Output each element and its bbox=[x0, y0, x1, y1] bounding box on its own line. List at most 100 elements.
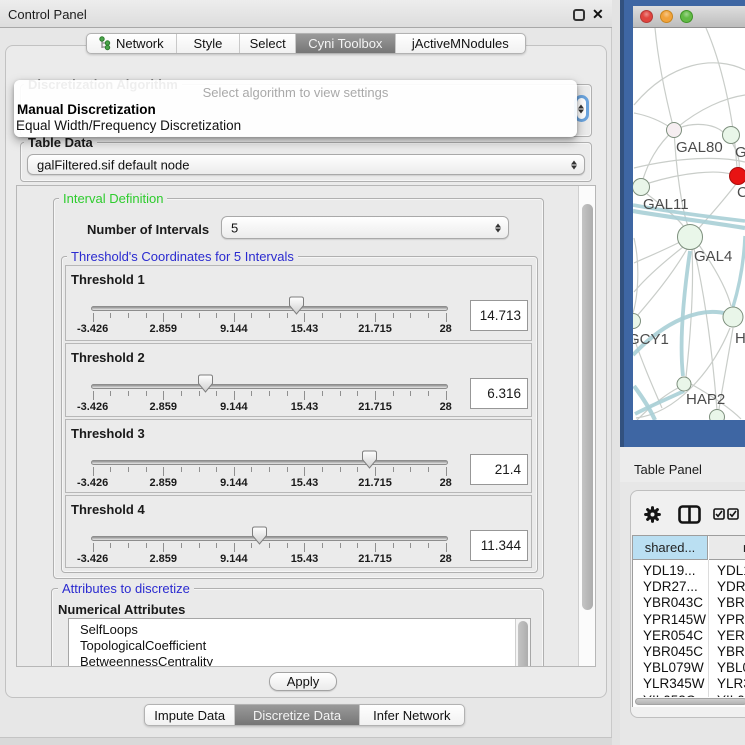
threshold-4-panel: Threshold 4-3.4262.8599.14415.4321.71528… bbox=[65, 495, 532, 568]
table-cell-name[interactable]: YLR3 bbox=[717, 676, 745, 691]
network-node[interactable] bbox=[633, 314, 641, 329]
slider-major-tick bbox=[234, 543, 235, 552]
number-of-intervals-combo[interactable]: 5 bbox=[221, 216, 509, 239]
slider-thumb[interactable] bbox=[361, 450, 378, 470]
threshold-value-field[interactable]: 14.713 bbox=[470, 300, 528, 331]
network-edge bbox=[674, 95, 745, 130]
thresholds-group-title: Threshold's Coordinates for 5 Intervals bbox=[67, 249, 298, 264]
threshold-value-field[interactable]: 11.344 bbox=[470, 530, 528, 561]
slider-minor-tick bbox=[340, 391, 341, 396]
numerical-attributes-list[interactable]: SelfLoopsTopologicalCoefficientBetweenne… bbox=[68, 618, 531, 667]
slider-minor-tick bbox=[199, 467, 200, 472]
table-cell-shared-name[interactable]: YDL19... bbox=[643, 563, 696, 578]
table-cell-shared-name[interactable]: YBR043C bbox=[643, 595, 703, 610]
table-cell-name[interactable]: YBR0 bbox=[717, 595, 745, 610]
attribute-list-item[interactable]: BetweennessCentrality bbox=[80, 654, 213, 667]
bottom-tab-discretize-data[interactable]: Discretize Data bbox=[235, 705, 359, 725]
column-header-shared-name[interactable]: shared... bbox=[633, 536, 708, 560]
tab-select[interactable]: Select bbox=[240, 34, 296, 53]
table-cell-name[interactable]: YER0 bbox=[717, 628, 745, 643]
network-edge bbox=[637, 249, 687, 316]
table-cell-shared-name[interactable]: YPR145W bbox=[643, 612, 706, 627]
bottom-tab-infer-network[interactable]: Infer Network bbox=[360, 705, 464, 725]
slider-tick-label: -3.426 bbox=[77, 477, 108, 489]
slider-thumb[interactable] bbox=[288, 296, 305, 316]
slider-minor-tick bbox=[199, 543, 200, 548]
table-cell-shared-name[interactable]: YBL079W bbox=[643, 660, 704, 675]
control-panel-title: Control Panel bbox=[8, 7, 87, 22]
table-cell-shared-name[interactable]: YDR27... bbox=[643, 579, 698, 594]
close-traffic-light[interactable] bbox=[640, 10, 653, 23]
float-window-icon[interactable] bbox=[573, 9, 585, 21]
slider-minor-tick bbox=[146, 543, 147, 548]
checkbox-checked-icon[interactable] bbox=[727, 508, 739, 520]
zoom-traffic-light[interactable] bbox=[680, 10, 693, 23]
slider-track[interactable] bbox=[91, 460, 448, 465]
slider-minor-tick bbox=[428, 313, 429, 318]
attribute-list-item[interactable]: TopologicalCoefficient bbox=[80, 638, 206, 653]
table-cell-name[interactable]: YBR0 bbox=[717, 644, 745, 659]
interval-definition-group-title: Interval Definition bbox=[59, 191, 167, 206]
slider-track[interactable] bbox=[91, 384, 448, 389]
network-highlight-edge bbox=[682, 251, 690, 376]
tab-style[interactable]: Style bbox=[177, 34, 241, 53]
table-cell-name[interactable]: YPR1 bbox=[717, 612, 745, 627]
network-node[interactable] bbox=[678, 225, 703, 250]
table-cell-name[interactable]: YBL0 bbox=[717, 660, 745, 675]
table-cell-name[interactable]: YDL1 bbox=[717, 563, 745, 578]
gear-icon[interactable] bbox=[644, 506, 661, 523]
threshold-label: Threshold 3 bbox=[71, 426, 145, 441]
network-node-label: C bbox=[737, 184, 745, 201]
popup-item-equal-width-frequency[interactable]: Equal Width/Frequency Discretization bbox=[16, 118, 241, 133]
slider-major-tick bbox=[304, 467, 305, 476]
slider-minor-tick bbox=[269, 467, 270, 472]
network-node[interactable] bbox=[633, 179, 650, 196]
table-data-combo[interactable]: galFiltered.sif default node bbox=[27, 154, 585, 175]
network-node[interactable] bbox=[710, 410, 725, 421]
minimize-traffic-light[interactable] bbox=[660, 10, 673, 23]
threshold-1-panel: Threshold 1-3.4262.8599.14415.4321.71528… bbox=[65, 265, 532, 341]
algorithm-combo-placeholder: Select algorithm to view settings bbox=[14, 85, 577, 100]
network-node[interactable] bbox=[723, 127, 740, 144]
slider-minor-tick bbox=[428, 467, 429, 472]
table-cell-name[interactable]: YDR2 bbox=[717, 579, 745, 594]
threshold-2-panel: Threshold 2-3.4262.8599.14415.4321.71528… bbox=[65, 343, 532, 417]
table-horizontal-scrollbar[interactable] bbox=[633, 697, 745, 707]
network-node[interactable] bbox=[667, 123, 682, 138]
slider-thumb[interactable] bbox=[251, 526, 268, 546]
bottom-tab-impute-data[interactable]: Impute Data bbox=[145, 705, 235, 725]
popup-item-manual-discretization[interactable]: Manual Discretization bbox=[17, 102, 156, 117]
slider-tick-label: 15.43 bbox=[291, 477, 319, 489]
network-node[interactable] bbox=[723, 307, 743, 327]
table-cell-shared-name[interactable]: YER054C bbox=[643, 628, 703, 643]
attributes-list-scrollbar[interactable] bbox=[515, 619, 530, 667]
network-node[interactable] bbox=[677, 377, 691, 391]
table-cell-shared-name[interactable]: YLR345W bbox=[643, 676, 705, 691]
attributes-group-title: Attributes to discretize bbox=[58, 581, 194, 596]
table-cell-shared-name[interactable]: YBR045C bbox=[643, 644, 703, 659]
slider-thumb[interactable] bbox=[197, 374, 214, 394]
split-view-icon[interactable] bbox=[678, 505, 701, 524]
slider-minor-tick bbox=[428, 391, 429, 396]
tab-cyni-toolbox[interactable]: Cyni Toolbox bbox=[296, 34, 396, 53]
tab-network[interactable]: Network bbox=[87, 34, 177, 53]
slider-minor-tick bbox=[128, 313, 129, 318]
network-node[interactable] bbox=[730, 168, 745, 185]
tab-label: Network bbox=[116, 36, 164, 51]
slider-minor-tick bbox=[322, 391, 323, 396]
checkbox-checked-icon[interactable] bbox=[713, 508, 725, 520]
apply-button[interactable]: Apply bbox=[269, 672, 337, 691]
column-header-name[interactable]: na bbox=[709, 536, 745, 560]
slider-track[interactable] bbox=[91, 536, 448, 541]
tab-jactivemnodules[interactable]: jActiveMNodules bbox=[396, 34, 525, 53]
network-view-canvas[interactable]: GAL80GACGAL11GAL4GCY1HHAP2 bbox=[633, 28, 745, 420]
threshold-value-field[interactable]: 21.4 bbox=[470, 454, 528, 485]
threshold-value-field[interactable]: 6.316 bbox=[470, 378, 528, 409]
slider-tick-label: -3.426 bbox=[77, 553, 108, 565]
slider-track[interactable] bbox=[91, 306, 448, 311]
slider-major-tick bbox=[93, 391, 94, 400]
settings-scrollbar[interactable] bbox=[578, 186, 595, 666]
slider-minor-tick bbox=[110, 313, 111, 318]
attribute-list-item[interactable]: SelfLoops bbox=[80, 622, 138, 637]
close-icon[interactable]: ✕ bbox=[592, 6, 605, 19]
